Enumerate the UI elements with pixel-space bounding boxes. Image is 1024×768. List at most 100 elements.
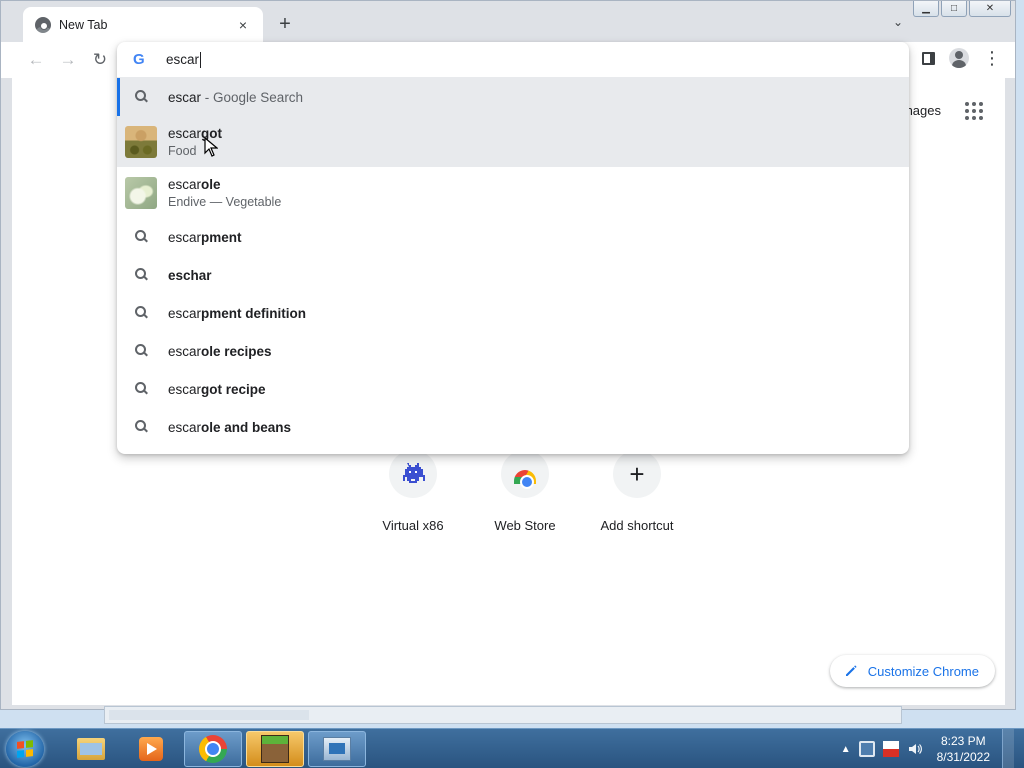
taskbar-remote-desktop[interactable]	[308, 731, 366, 767]
window-controls: ▁ □ ✕	[913, 1, 1011, 17]
clock-date: 8/31/2022	[936, 750, 990, 764]
suggestion-completion: got recipe	[201, 381, 266, 397]
omnibox-suggestion[interactable]: escarole Endive — Vegetable	[117, 167, 909, 218]
suggestion-completion: pment	[201, 229, 242, 245]
suggestion-typed: escar	[168, 229, 202, 245]
tab-strip: New Tab × + ⌄ ▁ □ ✕	[1, 1, 1015, 42]
volume-icon[interactable]	[907, 741, 923, 757]
search-icon	[135, 230, 149, 244]
search-icon	[135, 344, 149, 358]
horizontal-scrollbar[interactable]	[104, 706, 902, 724]
clock-time: 8:23 PM	[940, 734, 986, 748]
suggestion-completion: ole	[201, 176, 221, 192]
omnibox-suggestion[interactable]: escargot Food	[117, 116, 909, 167]
scrollbar-thumb[interactable]	[109, 710, 309, 720]
search-icon	[135, 306, 149, 320]
suggestion-typed: escar	[168, 305, 202, 321]
omnibox-input[interactable]: escar	[166, 51, 202, 68]
new-tab-button[interactable]: +	[274, 13, 296, 35]
windows-logo-icon	[17, 740, 33, 758]
suggestion-text: escarpment	[168, 230, 242, 245]
side-panel-icon[interactable]	[922, 51, 935, 65]
suggestion-typed: escar	[168, 89, 202, 105]
images-link[interactable]: nages	[906, 103, 941, 118]
suggestion-list: escar - Google Search escargot Food escarol…	[117, 78, 909, 446]
minimize-button[interactable]: ▁	[913, 1, 939, 17]
suggestion-subtitle: Endive — Vegetable	[168, 194, 282, 209]
search-icon	[135, 268, 149, 282]
shortcut-icon-circle	[389, 450, 437, 498]
escargot-thumbnail	[125, 125, 157, 158]
taskbar-chrome[interactable]	[184, 731, 242, 767]
chrome-favicon-icon	[35, 16, 51, 33]
suggestion-completion: eschar	[168, 267, 212, 283]
omnibox-suggestion[interactable]: escarpment	[117, 218, 909, 256]
customize-chrome-button[interactable]: Customize Chrome	[829, 655, 995, 687]
omnibox-suggestion[interactable]: escarole and beans	[117, 408, 909, 446]
network-icon[interactable]	[858, 741, 875, 757]
shortcut-title: Web Store	[494, 518, 556, 533]
back-button[interactable]: ←	[25, 49, 47, 71]
action-center-flag-icon[interactable]	[882, 741, 899, 757]
omnibox-query: escar	[166, 52, 200, 67]
clock[interactable]: 8:23 PM 8/31/2022	[937, 733, 990, 765]
show-desktop-button[interactable]	[1002, 729, 1014, 768]
mouse-cursor-icon	[204, 137, 218, 157]
suggestion-text: escarpment definition	[168, 306, 306, 321]
tab-search-chevron-icon[interactable]: ⌄	[893, 15, 903, 29]
browser-window: New Tab × + ⌄ ▁ □ ✕ ← → ↻ ⋮ nages Virtua…	[0, 0, 1016, 710]
forward-button[interactable]: →	[57, 49, 79, 71]
taskbar-explorer[interactable]	[62, 731, 120, 767]
suggestion-typed: escar	[168, 343, 202, 359]
omnibox-dropdown: G escar escar - Google Search escargot Foo…	[117, 42, 909, 454]
tray-expand-arrow-icon[interactable]: ▲	[841, 744, 851, 755]
suggestion-completion: ole and beans	[201, 419, 292, 435]
maximize-button[interactable]: □	[941, 1, 967, 17]
plus-icon: +	[629, 459, 645, 489]
suggestion-text: eschar	[168, 268, 212, 283]
omnibox-suggestion[interactable]: escarpment definition	[117, 294, 909, 332]
file-explorer-icon	[77, 738, 105, 760]
shortcut-tiles: Virtual x86 Web Store + Add shortcut	[357, 450, 693, 533]
system-tray: ▲ 8:23 PM 8/31/2022	[841, 729, 1024, 768]
toolbar-actions: ⋮	[922, 48, 1001, 68]
shortcut-virtual-x86[interactable]: Virtual x86	[357, 450, 469, 533]
tab-close-icon[interactable]: ×	[235, 17, 251, 33]
suggestion-text: escar - Google Search	[168, 90, 303, 105]
profile-avatar-icon[interactable]	[949, 48, 969, 68]
omnibox-suggestion[interactable]: escarole recipes	[117, 332, 909, 370]
search-icon	[135, 382, 149, 396]
omnibox-input-row[interactable]: G escar	[117, 42, 909, 78]
windows-taskbar: ▲ 8:23 PM 8/31/2022	[0, 728, 1024, 768]
google-apps-icon[interactable]	[965, 102, 983, 120]
suggestion-typed: escar	[168, 419, 202, 435]
shortcut-title: Virtual x86	[382, 518, 444, 533]
chrome-icon	[199, 735, 227, 763]
omnibox-suggestion[interactable]: escargot recipe	[117, 370, 909, 408]
reload-button[interactable]: ↻	[89, 49, 111, 71]
omnibox-suggestion[interactable]: escar - Google Search	[117, 78, 909, 116]
remote-desktop-icon	[323, 737, 351, 761]
suggestion-text: escargot recipe	[168, 382, 266, 397]
shortcut-icon-circle	[501, 450, 549, 498]
taskbar-media-player[interactable]	[122, 731, 180, 767]
invader-icon	[403, 463, 425, 483]
taskbar-minecraft[interactable]	[246, 731, 304, 767]
tab-title: New Tab	[59, 17, 108, 32]
shortcut-web-store[interactable]: Web Store	[469, 450, 581, 533]
shortcut-add[interactable]: + Add shortcut	[581, 450, 693, 533]
selection-indicator	[117, 78, 120, 116]
suggestion-typed: escar	[168, 381, 202, 397]
escarole-thumbnail	[125, 176, 157, 209]
suggestion-text: escarole Endive — Vegetable	[168, 177, 281, 209]
shortcut-title: Add shortcut	[600, 518, 674, 533]
close-window-button[interactable]: ✕	[969, 1, 1011, 17]
suggestion-text: escarole and beans	[168, 420, 291, 435]
suggestion-typed: escar	[168, 125, 202, 141]
customize-chrome-label: Customize Chrome	[867, 663, 979, 679]
tab-new-tab[interactable]: New Tab ×	[23, 7, 263, 42]
menu-kebab-icon[interactable]: ⋮	[983, 48, 1001, 68]
start-button[interactable]	[6, 731, 44, 767]
shortcut-icon-circle: +	[613, 450, 661, 498]
omnibox-suggestion[interactable]: eschar	[117, 256, 909, 294]
